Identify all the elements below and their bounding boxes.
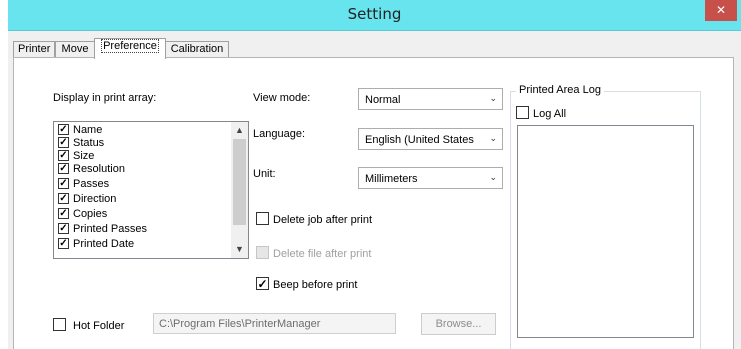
hot-folder-option[interactable]: Hot Folder bbox=[53, 318, 124, 332]
setting-window: Setting ✕ Printer Move Preference Calibr… bbox=[8, 0, 741, 349]
tab-move-label: Move bbox=[61, 43, 89, 55]
list-item[interactable]: Name bbox=[58, 124, 102, 137]
beep-label: Beep before print bbox=[273, 279, 358, 291]
checkbox[interactable] bbox=[58, 208, 69, 219]
language-value: English (United States bbox=[365, 134, 474, 146]
printed-area-log-title: Printed Area Log bbox=[516, 84, 604, 96]
chevron-down-icon: ⌄ bbox=[489, 133, 497, 143]
delete-job-checkbox[interactable] bbox=[256, 212, 269, 225]
delete-file-label: Delete file after print bbox=[273, 248, 372, 260]
language-label: Language: bbox=[253, 128, 305, 140]
checkbox[interactable] bbox=[58, 178, 69, 189]
list-item-label: Resolution bbox=[73, 163, 125, 175]
view-mode-select[interactable]: Normal ⌄ bbox=[358, 88, 503, 110]
checkbox[interactable] bbox=[58, 150, 69, 161]
printed-area-log-list[interactable] bbox=[517, 125, 694, 338]
list-item-label: Printed Date bbox=[73, 238, 135, 250]
list-item[interactable]: Direction bbox=[58, 193, 116, 206]
beep-checkbox[interactable] bbox=[256, 277, 269, 290]
checkbox[interactable] bbox=[58, 163, 69, 174]
list-item-label: Passes bbox=[73, 178, 110, 190]
list-item[interactable]: Size bbox=[58, 150, 94, 163]
delete-file-checkbox[interactable] bbox=[256, 246, 269, 259]
list-item-label: Name bbox=[73, 124, 103, 136]
list-item[interactable]: Status bbox=[58, 137, 104, 150]
chevron-down-icon: ⌄ bbox=[489, 172, 497, 182]
view-mode-label: View mode: bbox=[253, 92, 311, 104]
list-item-label: Copies bbox=[73, 208, 108, 220]
list-item-label: Printed Passes bbox=[73, 223, 147, 235]
log-all-option[interactable]: Log All bbox=[516, 106, 566, 120]
close-button[interactable]: ✕ bbox=[705, 0, 737, 21]
list-item[interactable]: Printed Passes bbox=[58, 223, 147, 236]
title-bar[interactable]: Setting ✕ bbox=[8, 0, 741, 31]
display-columns-list[interactable]: Name Status Size Resolution Passes Direc… bbox=[53, 121, 249, 259]
scroll-thumb[interactable] bbox=[233, 139, 246, 225]
checkbox[interactable] bbox=[58, 124, 69, 135]
list-item-label: Size bbox=[73, 150, 95, 162]
beep-option[interactable]: Beep before print bbox=[256, 277, 357, 291]
delete-job-option[interactable]: Delete job after print bbox=[256, 212, 372, 226]
window-title: Setting bbox=[347, 5, 402, 23]
checkbox[interactable] bbox=[58, 223, 69, 234]
list-item[interactable]: Resolution bbox=[58, 163, 125, 176]
tab-printer-label: Printer bbox=[18, 43, 51, 55]
tab-move[interactable]: Move bbox=[55, 41, 95, 58]
delete-job-label: Delete job after print bbox=[273, 214, 373, 226]
list-item-label: Status bbox=[73, 137, 105, 149]
log-all-label: Log All bbox=[533, 108, 567, 120]
close-icon: ✕ bbox=[715, 3, 727, 17]
list-item[interactable]: Printed Date bbox=[58, 238, 134, 251]
language-select[interactable]: English (United States ⌄ bbox=[358, 128, 503, 150]
browse-button[interactable]: Browse... bbox=[421, 313, 496, 335]
list-scrollbar[interactable]: ▲ ▼ bbox=[231, 122, 248, 258]
tab-printer[interactable]: Printer bbox=[13, 41, 55, 58]
unit-label: Unit: bbox=[253, 168, 276, 180]
tab-calibration[interactable]: Calibration bbox=[165, 41, 229, 58]
scroll-up-icon[interactable]: ▲ bbox=[231, 122, 248, 139]
list-item-label: Direction bbox=[73, 193, 117, 205]
checkbox[interactable] bbox=[58, 193, 69, 204]
unit-value: Millimeters bbox=[365, 173, 418, 185]
list-item[interactable]: Passes bbox=[58, 178, 109, 191]
hot-folder-path-field[interactable]: C:\Program Files\PrinterManager bbox=[153, 313, 396, 334]
tab-calibration-label: Calibration bbox=[170, 43, 224, 55]
hot-folder-label: Hot Folder bbox=[73, 320, 125, 332]
scroll-down-icon[interactable]: ▼ bbox=[231, 241, 248, 258]
checkbox[interactable] bbox=[58, 238, 69, 249]
list-item[interactable]: Copies bbox=[58, 208, 107, 221]
tab-preference-label: Preference bbox=[101, 39, 159, 53]
hot-folder-checkbox[interactable] bbox=[53, 318, 66, 331]
chevron-down-icon: ⌄ bbox=[489, 93, 497, 103]
unit-select[interactable]: Millimeters ⌄ bbox=[358, 167, 503, 189]
tab-preference[interactable]: Preference bbox=[94, 38, 166, 59]
log-all-checkbox[interactable] bbox=[516, 106, 529, 119]
view-mode-value: Normal bbox=[365, 94, 401, 106]
delete-file-option[interactable]: Delete file after print bbox=[256, 246, 371, 260]
display-array-label: Display in print array: bbox=[53, 92, 157, 104]
checkbox[interactable] bbox=[58, 137, 69, 148]
